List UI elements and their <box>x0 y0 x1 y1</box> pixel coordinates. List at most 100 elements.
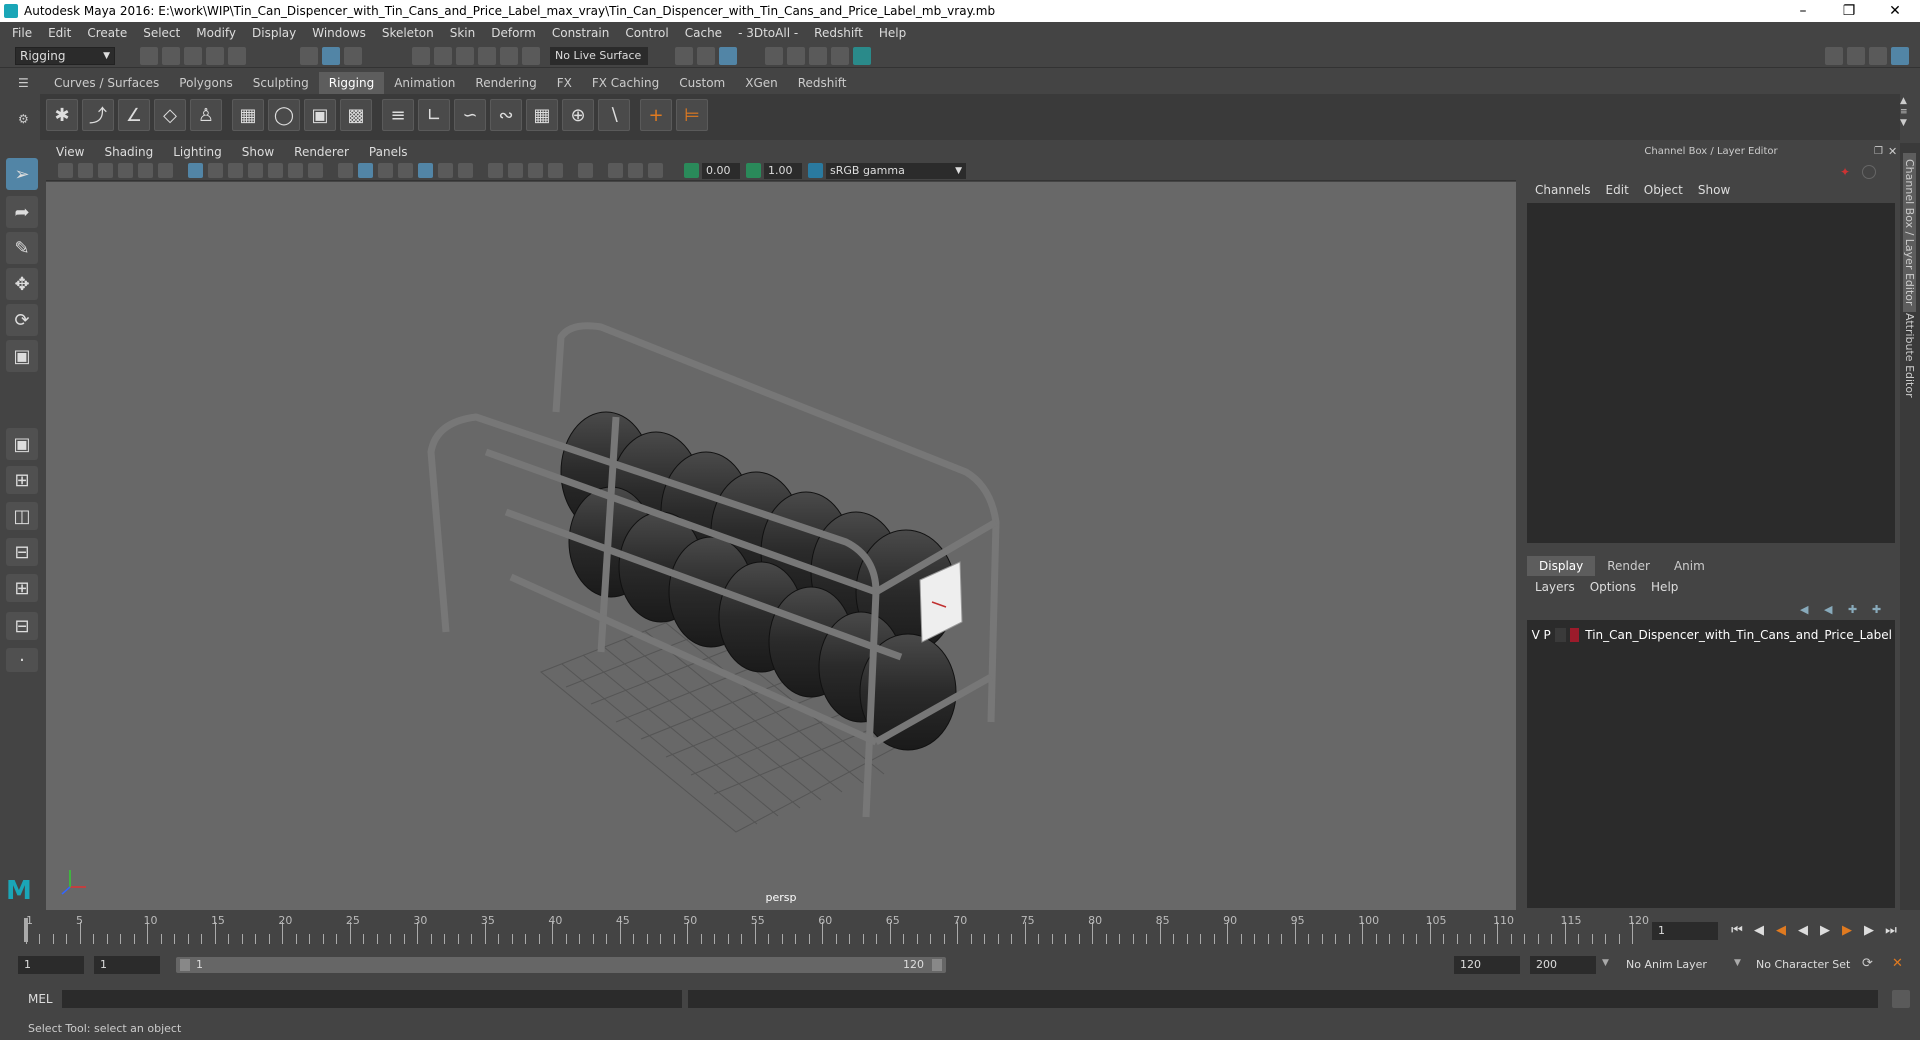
auto-key-icon[interactable]: ⟳ <box>1862 956 1873 971</box>
layer-tab-render[interactable]: Render <box>1595 556 1662 576</box>
new-layer-selected-icon[interactable]: ✚ <box>1872 603 1881 616</box>
layer-tab-anim[interactable]: Anim <box>1662 556 1717 576</box>
select-components-icon[interactable] <box>344 47 362 65</box>
menu-redshift[interactable]: Redshift <box>806 26 871 40</box>
color-management-icon[interactable] <box>808 163 823 178</box>
panel-menu-show[interactable]: Show <box>232 145 284 159</box>
menu-skin[interactable]: Skin <box>442 26 484 40</box>
anim-layer-select[interactable]: No Anim Layer <box>1620 956 1740 974</box>
undo-icon[interactable] <box>206 47 224 65</box>
snap-surface-icon[interactable] <box>500 47 518 65</box>
move-layer-down-icon[interactable]: ◀ <box>1824 603 1832 616</box>
use-all-lights-icon[interactable] <box>438 163 453 178</box>
orient-joint-icon[interactable]: ◇ <box>154 99 186 131</box>
hypershade-layout-icon[interactable]: ⊞ <box>6 574 38 602</box>
command-language-label[interactable]: MEL <box>28 992 53 1006</box>
new-scene-icon[interactable] <box>140 47 158 65</box>
current-frame-field[interactable]: 1 <box>1652 922 1718 940</box>
isolate-select-icon[interactable] <box>578 163 593 178</box>
panel-menu-panels[interactable]: Panels <box>359 145 418 159</box>
default-material-icon[interactable] <box>378 163 393 178</box>
shelf-tab-rigging[interactable]: Rigging <box>318 72 385 94</box>
channel-menu-object[interactable]: Object <box>1639 183 1693 197</box>
scale-constraint-icon[interactable]: ▦ <box>526 99 558 131</box>
tab-attribute-editor[interactable]: Attribute Editor <box>1903 313 1916 398</box>
gamma-icon[interactable] <box>746 163 761 178</box>
image-plane-icon[interactable] <box>118 163 133 178</box>
single-perspective-layout-icon[interactable]: ▣ <box>6 428 38 460</box>
output-ops-icon[interactable] <box>697 47 715 65</box>
move-layer-up-icon[interactable]: ◀ <box>1800 603 1808 616</box>
step-forward-icon[interactable]: ▶ <box>1860 922 1878 940</box>
redo-icon[interactable] <box>228 47 246 65</box>
playback-start-field[interactable]: 1 <box>94 956 160 974</box>
shelf-tab-sculpting[interactable]: Sculpting <box>243 72 319 94</box>
camera-select-icon[interactable] <box>58 163 73 178</box>
snap-grid-icon[interactable] <box>412 47 430 65</box>
depth-of-field-icon[interactable] <box>548 163 563 178</box>
shelf-tab-fx[interactable]: FX <box>547 72 582 94</box>
bookmark-icon[interactable] <box>98 163 113 178</box>
live-surface-field[interactable]: No Live Surface <box>550 47 648 65</box>
two-d-pan-icon[interactable] <box>138 163 153 178</box>
shelf-settings-icon[interactable]: ⚙ <box>18 112 32 126</box>
input-ops-icon[interactable] <box>675 47 693 65</box>
channel-box-area[interactable] <box>1527 203 1895 543</box>
shelf-scroll-icon[interactable]: ▲ ≡ ▼ <box>1900 96 1908 129</box>
playback-end-field[interactable]: 120 <box>1454 956 1520 974</box>
grease-pencil-icon[interactable] <box>158 163 173 178</box>
lasso-tool-icon[interactable]: ➦ <box>6 196 38 228</box>
xray-icon[interactable] <box>418 163 433 178</box>
shelf-menu-icon[interactable]: ☰ <box>18 76 32 90</box>
four-view-layout-icon[interactable]: ⊞ <box>6 466 38 494</box>
panel-menu-shading[interactable]: Shading <box>94 145 163 159</box>
snap-together-icon[interactable] <box>522 47 540 65</box>
menu-select[interactable]: Select <box>135 26 188 40</box>
layer-display-type-toggle[interactable] <box>1554 628 1567 642</box>
graph-editor-layout-icon[interactable]: ⊟ <box>6 612 38 640</box>
paint-weights-icon[interactable]: ▣ <box>304 99 336 131</box>
tab-channel-box[interactable]: Channel Box / Layer Editor <box>1903 153 1916 312</box>
step-back-key-icon[interactable]: ◀ <box>1772 922 1790 940</box>
exposure-field[interactable]: 0.00 <box>702 163 740 179</box>
mode-selector[interactable]: Rigging ▼ <box>15 47 115 65</box>
select-tool-icon[interactable]: ➢ <box>6 158 38 190</box>
scale-tool-icon[interactable]: ▣ <box>6 340 38 372</box>
layer-menu-help[interactable]: Help <box>1646 580 1688 594</box>
exposure-icon[interactable] <box>684 163 699 178</box>
shelf-tab-fx-caching[interactable]: FX Caching <box>582 72 669 94</box>
safe-action-icon[interactable] <box>288 163 303 178</box>
orient-constraint-icon[interactable]: ∾ <box>490 99 522 131</box>
end-time-field[interactable]: 200 <box>1530 956 1596 974</box>
resolution-gate-icon[interactable] <box>228 163 243 178</box>
shelf-tab-redshift[interactable]: Redshift <box>788 72 857 94</box>
hypershade-icon[interactable] <box>831 47 849 65</box>
shelf-tab-custom[interactable]: Custom <box>669 72 735 94</box>
aim-constraint-icon[interactable]: ∽ <box>454 99 486 131</box>
menu-windows[interactable]: Windows <box>304 26 374 40</box>
parent-constraint-icon[interactable]: ⊕ <box>562 99 594 131</box>
panel-menu-view[interactable]: View <box>46 145 94 159</box>
shelf-tab-animation[interactable]: Animation <box>384 72 465 94</box>
close-panel-icon[interactable]: ✕ <box>1888 145 1897 158</box>
lattice-icon[interactable]: ▩ <box>340 99 372 131</box>
move-tool-icon[interactable]: ✥ <box>6 268 38 300</box>
script-editor-icon[interactable] <box>1892 990 1910 1008</box>
menu-3dtoall[interactable]: - 3DtoAll - <box>730 26 806 40</box>
rotate-tool-icon[interactable]: ⟳ <box>6 304 38 336</box>
shelf-tab-polygons[interactable]: Polygons <box>169 72 242 94</box>
channel-menu-edit[interactable]: Edit <box>1601 183 1639 197</box>
xray-joints-icon[interactable] <box>608 163 623 178</box>
command-input[interactable] <box>62 990 682 1008</box>
menu-cache[interactable]: Cache <box>677 26 730 40</box>
save-scene-icon[interactable] <box>184 47 202 65</box>
ik-handle-icon[interactable]: ▦ <box>232 99 264 131</box>
workspace-icon[interactable] <box>1825 47 1843 65</box>
persp-outliner-layout-icon[interactable]: ◫ <box>6 502 38 530</box>
motion-blur-icon[interactable] <box>508 163 523 178</box>
start-time-field[interactable]: 1 <box>18 956 84 974</box>
toggle-channel-box-icon[interactable] <box>1891 47 1909 65</box>
channel-menu-show[interactable]: Show <box>1693 183 1740 197</box>
channel-menu-channels[interactable]: Channels <box>1530 183 1601 197</box>
cluster-icon[interactable]: ≡ <box>382 99 414 131</box>
